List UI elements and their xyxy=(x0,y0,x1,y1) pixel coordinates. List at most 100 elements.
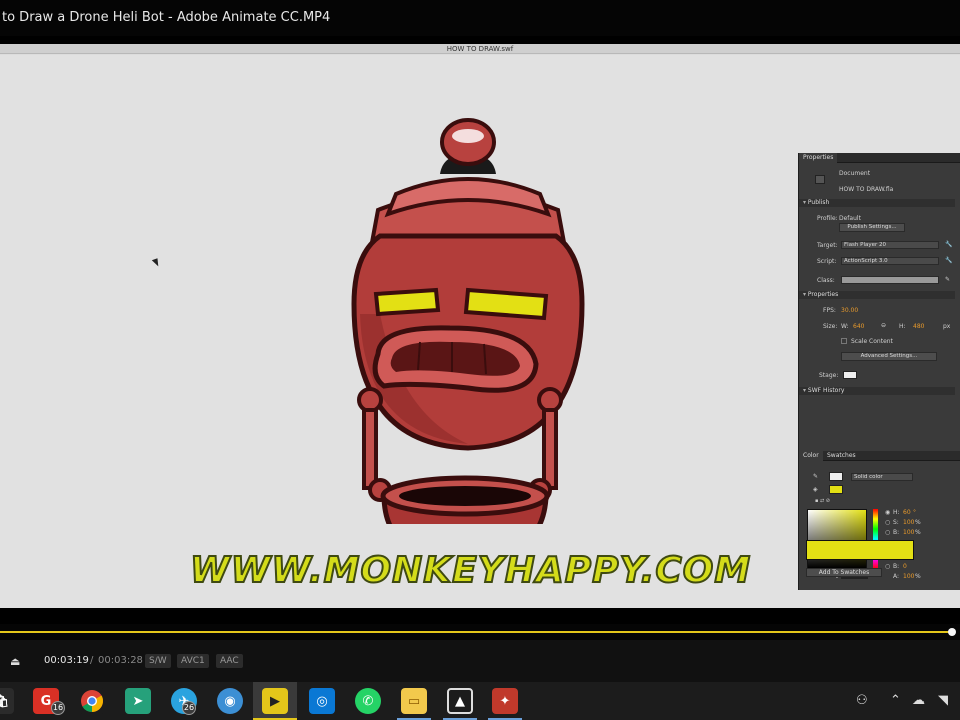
fps-value[interactable]: 30.00 xyxy=(841,307,858,314)
advanced-settings-button[interactable]: Advanced Settings... xyxy=(841,352,937,361)
swap-colors-icon[interactable]: ▪ ⇄ ⊘ xyxy=(815,498,830,504)
sw-decoder-badge[interactable]: S/W xyxy=(145,654,171,668)
bowl-opening xyxy=(399,486,531,506)
add-to-swatches-button[interactable]: Add To Swatches xyxy=(806,568,882,577)
antenna-highlight xyxy=(452,129,484,143)
hue-label: H: xyxy=(893,509,900,516)
stage-label: Stage: xyxy=(819,372,839,379)
scale-content-checkbox[interactable] xyxy=(841,338,847,344)
store-icon[interactable]: 🛍 xyxy=(0,688,14,714)
size-label: Size: xyxy=(823,323,838,330)
publish-settings-button[interactable]: Publish Settings... xyxy=(839,223,905,232)
properties-section-header[interactable]: Properties xyxy=(799,291,955,299)
target-select[interactable]: Flash Player 20 xyxy=(841,241,939,249)
video-codec-badge: AVC1 xyxy=(177,654,209,668)
brightness-label: B: xyxy=(893,529,900,536)
document-label: Document xyxy=(839,170,871,177)
video-frame[interactable]: HOW TO DRAW.swf WWW.MONKEYHAPPY.COM Prop… xyxy=(0,44,960,608)
pencil-icon[interactable]: ✎ xyxy=(945,276,950,283)
brightness-percent: % xyxy=(915,529,921,536)
alpha-label: A: xyxy=(893,573,900,580)
seek-progress xyxy=(0,631,952,633)
seek-handle[interactable] xyxy=(948,628,956,636)
properties-tab-bar: Properties xyxy=(799,153,960,163)
current-color-preview xyxy=(806,540,914,560)
right-eye xyxy=(463,287,549,321)
width-value[interactable]: 640 xyxy=(853,323,864,330)
seek-bar[interactable] xyxy=(0,624,960,640)
alpha-value[interactable]: 100 xyxy=(903,573,914,580)
color-picker-field[interactable] xyxy=(807,509,867,569)
photos-icon[interactable]: ▲ xyxy=(447,688,473,714)
left-strut xyxy=(362,408,378,490)
network-icon[interactable]: ◥ xyxy=(938,693,948,708)
script-label: Script: xyxy=(817,258,837,265)
messenger-app-icon[interactable]: ◉ xyxy=(217,688,243,714)
blue-radio[interactable]: ○ xyxy=(885,563,890,570)
left-bolt xyxy=(357,387,383,413)
class-field[interactable] xyxy=(841,276,939,284)
script-select[interactable]: ActionScript 3.0 xyxy=(841,257,939,265)
game-app-icon[interactable]: ✦ xyxy=(492,688,518,714)
audio-codec-badge: AAC xyxy=(216,654,243,668)
profile-value: Default xyxy=(839,215,861,222)
color-type-select[interactable]: Solid color xyxy=(851,473,913,481)
swf-title-bar: HOW TO DRAW.swf xyxy=(0,44,960,54)
unit-label: px xyxy=(943,323,951,330)
swf-title: HOW TO DRAW.swf xyxy=(446,45,514,53)
telegram-badge: 26 xyxy=(182,701,196,715)
whatsapp-icon[interactable]: ✆ xyxy=(355,688,381,714)
eject-icon[interactable]: ⏏ xyxy=(10,655,20,668)
launcher-app-icon[interactable]: ➤ xyxy=(125,688,151,714)
document-icon xyxy=(815,175,825,184)
document-name: HOW TO DRAW.fla xyxy=(839,186,894,193)
gmail-badge: 16 xyxy=(51,701,65,715)
fill-color-swatch[interactable] xyxy=(829,485,843,494)
swf-history-section-header[interactable]: SWF History xyxy=(799,387,955,395)
fps-label: FPS: xyxy=(823,307,836,314)
left-eye xyxy=(373,287,441,317)
saturation-percent: % xyxy=(915,519,921,526)
script-wrench-icon[interactable]: 🔧 xyxy=(945,257,952,264)
right-bolt xyxy=(537,387,563,413)
alpha-percent: % xyxy=(915,573,921,580)
hue-value[interactable]: 60 xyxy=(903,509,911,516)
chrome-logo-icon xyxy=(81,690,103,712)
chrome-icon[interactable] xyxy=(79,688,105,714)
brightness-value[interactable]: 100 xyxy=(903,529,914,536)
player-controls: ⏏ 00:03:19 / 00:03:28 S/W AVC1 AAC xyxy=(0,640,960,682)
time-separator: / xyxy=(90,655,94,666)
height-value[interactable]: 480 xyxy=(913,323,924,330)
profile-label: Profile: xyxy=(817,215,838,222)
hue-radio[interactable]: ◉ xyxy=(885,509,890,516)
saturation-radio[interactable]: ○ xyxy=(885,519,890,526)
tab-properties[interactable]: Properties xyxy=(799,153,838,163)
watermark-text: WWW.MONKEYHAPPY.COM xyxy=(189,549,752,592)
eyedropper-icon[interactable]: ✎ xyxy=(813,473,818,480)
color-tab-bar: Color Swatches xyxy=(799,451,960,461)
blue-value[interactable]: 0 xyxy=(903,563,907,570)
onedrive-cloud-icon[interactable]: ☁ xyxy=(912,693,925,708)
hue-degree: ° xyxy=(913,509,916,516)
hue-slider[interactable] xyxy=(873,509,878,569)
right-strut xyxy=(542,408,558,490)
width-label: W: xyxy=(841,323,849,330)
people-icon[interactable]: ⚇ xyxy=(856,693,868,708)
link-icon[interactable]: ⊖ xyxy=(881,322,886,329)
saturation-value[interactable]: 100 xyxy=(903,519,914,526)
tab-swatches[interactable]: Swatches xyxy=(823,451,860,461)
brightness-radio[interactable]: ○ xyxy=(885,529,890,536)
chevron-up-icon[interactable]: ⌃ xyxy=(890,693,901,708)
file-explorer-icon[interactable]: ▭ xyxy=(401,688,427,714)
class-label: Class: xyxy=(817,277,835,284)
tab-color[interactable]: Color xyxy=(799,451,823,461)
potplayer-icon[interactable]: ▶ xyxy=(262,688,288,714)
scale-content-label: Scale Content xyxy=(851,338,893,345)
wrench-icon[interactable]: 🔧 xyxy=(945,241,952,248)
outlook-icon[interactable]: ◎ xyxy=(309,688,335,714)
fill-bucket-icon[interactable]: ◈ xyxy=(813,486,818,493)
publish-section-header[interactable]: Publish xyxy=(799,199,955,207)
video-player-window: to Draw a Drone Heli Bot - Adobe Animate… xyxy=(0,0,960,720)
stage-color-swatch[interactable] xyxy=(843,371,857,379)
stroke-color-swatch[interactable] xyxy=(829,472,843,481)
